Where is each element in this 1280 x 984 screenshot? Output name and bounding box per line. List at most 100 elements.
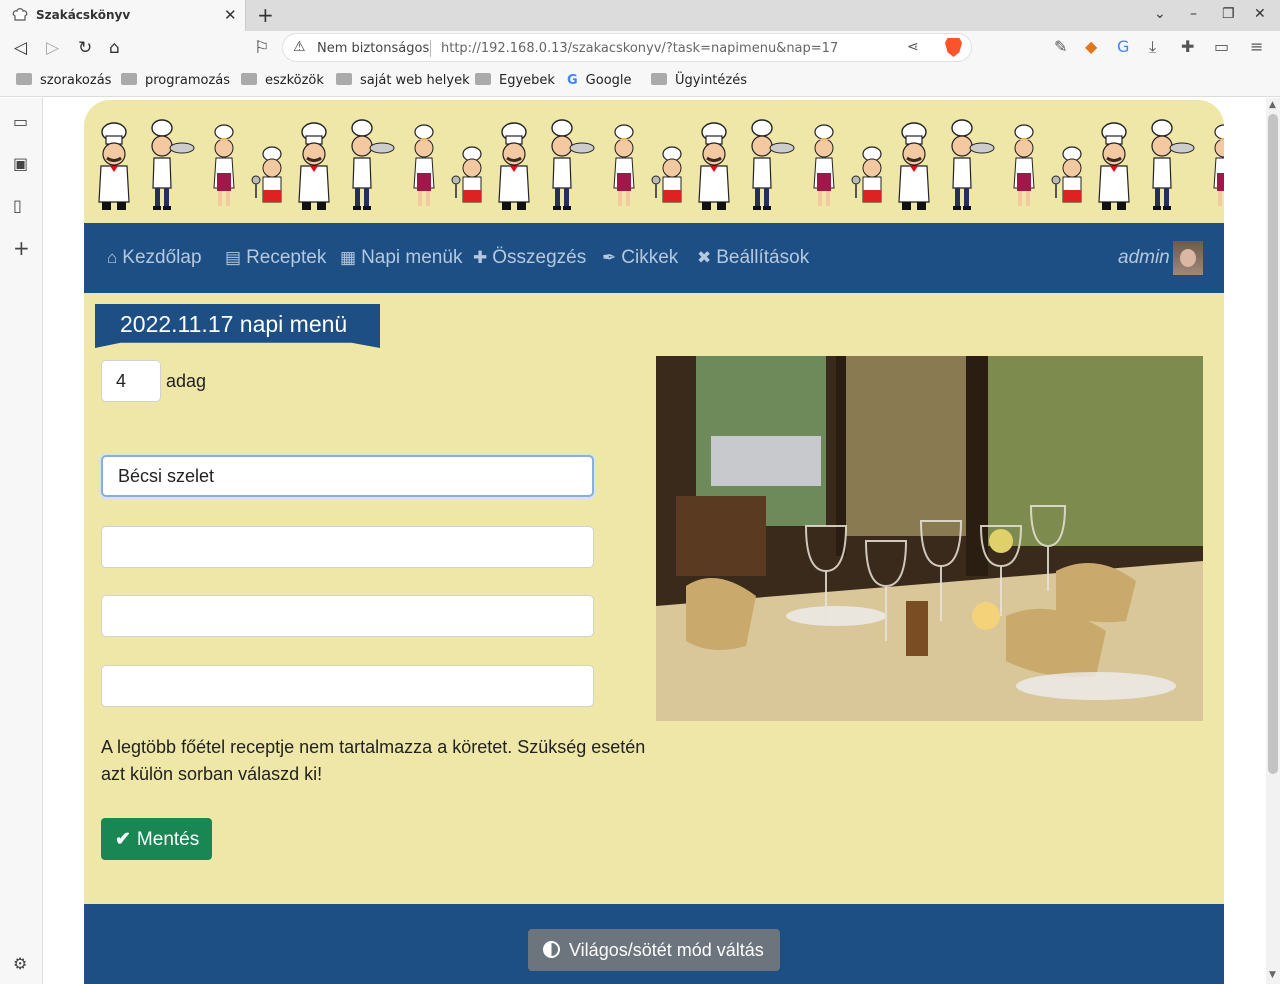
- save-button[interactable]: ✔ Mentés: [101, 818, 212, 860]
- theme-toggle-button[interactable]: Világos/sötét mód váltás: [528, 929, 780, 971]
- address-divider: [430, 40, 431, 57]
- metamask-fox-icon[interactable]: ◆: [1085, 37, 1097, 56]
- bookmark-folder[interactable]: programozás: [121, 73, 230, 88]
- extensions-puzzle-icon[interactable]: ✚: [1181, 37, 1194, 56]
- nav-label: Beállítások: [716, 247, 810, 268]
- dish-input-1[interactable]: [101, 455, 594, 497]
- download-icon[interactable]: ⤓: [1149, 37, 1156, 57]
- bookmark-label: eszközök: [265, 73, 324, 88]
- url-text[interactable]: http://192.168.0.13/szakacskonyv/?task=n…: [441, 41, 838, 56]
- tab-list-chevron-icon[interactable]: ⌄: [1154, 6, 1166, 22]
- home-icon[interactable]: ⌂: [109, 38, 120, 58]
- folder-icon: [121, 73, 137, 85]
- bookmark-label: programozás: [145, 73, 231, 88]
- settings-gear-icon[interactable]: ⚙: [13, 954, 27, 973]
- scroll-thumb[interactable]: [1268, 114, 1278, 774]
- portions-input[interactable]: [101, 360, 161, 402]
- check-icon: ✔: [115, 829, 131, 850]
- forward-icon[interactable]: ▷: [46, 38, 59, 58]
- page-container: ⌂ Kezdőlap ▤ Receptek ▦ Napi menük ✚ Összegz…: [84, 100, 1224, 984]
- bookmark-label: szorakozás: [40, 73, 112, 88]
- portions-unit-label: adag: [166, 371, 207, 391]
- wallet-icon[interactable]: ▣: [13, 154, 28, 173]
- bookmark-folder[interactable]: szorakozás: [16, 73, 111, 88]
- translate-icon[interactable]: G: [1117, 37, 1129, 56]
- wallet-icon[interactable]: ▭: [1214, 37, 1229, 56]
- video-icon[interactable]: ▭: [13, 112, 28, 131]
- calendar-icon: ▦: [340, 248, 357, 267]
- theme-toggle-label: Világos/sötét mód váltás: [569, 940, 764, 960]
- menu-icon[interactable]: ≡: [1250, 37, 1263, 56]
- home-icon: ⌂: [107, 248, 118, 267]
- page-title: 2022.11.17 napi menü: [120, 311, 348, 337]
- dish-input-2[interactable]: [101, 526, 594, 568]
- restore-icon[interactable]: ❐: [1222, 6, 1235, 22]
- plus-icon: ✚: [473, 248, 488, 267]
- add-panel-icon[interactable]: +: [13, 236, 30, 260]
- book-icon: ▤: [225, 248, 242, 267]
- nav-label: Cikkek: [621, 247, 679, 268]
- nav-item-home[interactable]: ⌂ Kezdőlap: [107, 247, 202, 269]
- tab-title: Szakácskönyv: [36, 8, 131, 22]
- contrast-icon: [543, 941, 560, 958]
- folder-icon: [475, 73, 491, 85]
- nav-item-recipes[interactable]: ▤ Receptek: [225, 247, 326, 269]
- folder-icon: [336, 73, 352, 85]
- address-bar[interactable]: ⚠ Nem biztonságos http://192.168.0.13/sz…: [282, 33, 972, 62]
- browser-tab[interactable]: Szakácskönyv ✕: [0, 0, 246, 31]
- main-navbar: ⌂ Kezdőlap ▤ Receptek ▦ Napi menük ✚ Összegz…: [84, 223, 1224, 293]
- brave-shield-icon[interactable]: [945, 38, 962, 57]
- scroll-down-icon[interactable]: ▼: [1269, 970, 1276, 980]
- bookmark-label: Google: [585, 73, 632, 88]
- side-dish-note: A legtöbb főétel receptje nem tartalmazz…: [101, 737, 646, 784]
- dish-input-4[interactable]: [101, 665, 594, 707]
- nav-item-settings[interactable]: ✖ Beállítások: [697, 247, 809, 269]
- bookmark-label: Egyebek: [499, 73, 555, 88]
- nav-item-articles[interactable]: ✒ Cikkek: [602, 247, 678, 269]
- minimize-icon[interactable]: –: [1190, 6, 1197, 22]
- folder-icon: [16, 73, 32, 85]
- reload-icon[interactable]: ↻: [78, 38, 92, 58]
- browser-toolbar: ◁ ▷ ↻ ⌂ ⚐ ⚠ Nem biztonságos http://192.1…: [0, 31, 1280, 65]
- browser-sidebar: ▭ ▣ ▯ + ⚙: [0, 98, 43, 984]
- bookmark-page-icon[interactable]: ⚐: [254, 38, 269, 58]
- back-icon[interactable]: ◁: [14, 38, 27, 58]
- bookmark-google[interactable]: G Google: [567, 73, 632, 88]
- scroll-up-icon[interactable]: ▲: [1269, 100, 1276, 110]
- nav-item-summary[interactable]: ✚ Összegzés: [473, 247, 586, 269]
- security-label: Nem biztonságos: [317, 41, 430, 56]
- page-scrollbar[interactable]: ▲ ▼: [1266, 98, 1280, 984]
- bookmark-label: Ügyintézés: [675, 73, 748, 88]
- reading-list-icon[interactable]: ▯: [13, 196, 22, 215]
- nav-label: Napi menük: [361, 247, 463, 268]
- chef-hat-icon: [12, 8, 28, 21]
- bookmarks-bar: szorakozás programozás eszközök saját we…: [0, 65, 1280, 97]
- google-icon: G: [567, 73, 578, 88]
- avatar[interactable]: [1173, 241, 1203, 275]
- bookmark-folder[interactable]: Egyebek: [475, 73, 555, 88]
- browser-tab-bar: Szakácskönyv ✕ + ⌄ – ❐ ✕: [0, 0, 1280, 31]
- warning-icon: ⚠: [293, 39, 306, 55]
- tools-icon: ✖: [697, 248, 712, 267]
- nav-label: Kezdőlap: [122, 247, 202, 268]
- bookmark-label: saját web helyek: [360, 73, 470, 88]
- new-tab-button[interactable]: +: [257, 3, 274, 27]
- restaurant-table-photo: [656, 356, 1203, 721]
- dish-input-3[interactable]: [101, 595, 594, 637]
- user-name[interactable]: admin: [1118, 247, 1170, 269]
- bookmark-folder[interactable]: eszközök: [241, 73, 324, 88]
- feather-icon: ✒: [602, 248, 617, 267]
- tab-close-icon[interactable]: ✕: [224, 6, 237, 24]
- bookmark-folder[interactable]: saját web helyek: [336, 73, 470, 88]
- chef-banner-image: [84, 100, 1224, 223]
- page-footer: Világos/sötét mód váltás: [84, 904, 1224, 984]
- share-icon[interactable]: ⋖: [907, 39, 919, 55]
- folder-icon: [241, 73, 257, 85]
- nav-label: Összegzés: [492, 247, 587, 268]
- save-label: Mentés: [136, 829, 200, 850]
- bookmark-folder[interactable]: Ügyintézés: [651, 73, 747, 88]
- nav-item-daily-menus[interactable]: ▦ Napi menük: [340, 247, 462, 269]
- window-close-icon[interactable]: ✕: [1254, 6, 1266, 22]
- nav-label: Receptek: [246, 247, 327, 268]
- eyedropper-icon[interactable]: ✎: [1054, 37, 1067, 56]
